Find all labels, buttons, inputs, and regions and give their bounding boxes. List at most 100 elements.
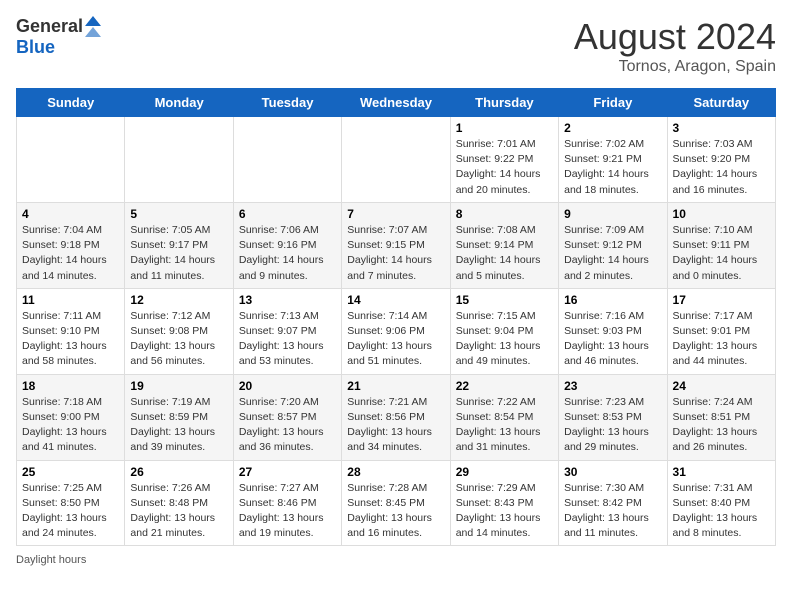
calendar-cell: 28Sunrise: 7:28 AM Sunset: 8:45 PM Dayli… xyxy=(342,460,450,546)
day-number: 22 xyxy=(456,379,553,393)
calendar-cell: 27Sunrise: 7:27 AM Sunset: 8:46 PM Dayli… xyxy=(233,460,341,546)
day-number: 6 xyxy=(239,207,336,221)
calendar-cell: 9Sunrise: 7:09 AM Sunset: 9:12 PM Daylig… xyxy=(559,202,667,288)
day-info: Sunrise: 7:25 AM Sunset: 8:50 PM Dayligh… xyxy=(22,481,119,542)
calendar-cell: 6 Sunrise: 7:06 AM Sunset: 9:16 PM Daylig… xyxy=(233,202,341,288)
day-info: Sunrise: 7:24 AM Sunset: 8:51 PM Dayligh… xyxy=(673,395,770,456)
day-info: Sunrise: 7:20 AM Sunset: 8:57 PM Dayligh… xyxy=(239,395,336,456)
day-info: Sunrise: 7:06 AM Sunset: 9:16 PM Dayligh… xyxy=(239,223,336,284)
calendar-cell xyxy=(233,117,341,203)
calendar-cell: 19Sunrise: 7:19 AM Sunset: 8:59 PM Dayli… xyxy=(125,374,233,460)
calendar-cell: 23 Sunrise: 7:23 AM Sunset: 8:53 PM Dayli… xyxy=(559,374,667,460)
day-info: Sunrise: 7:14 AM Sunset: 9:06 PM Dayligh… xyxy=(347,309,444,370)
day-number: 26 xyxy=(130,465,227,479)
logo-blue-text: Blue xyxy=(16,37,55,58)
day-number: 2 xyxy=(564,121,661,135)
day-info: Sunrise: 7:12 AM Sunset: 9:08 PM Dayligh… xyxy=(130,309,227,370)
calendar-col-header: Sunday xyxy=(17,89,125,117)
calendar-cell: 20Sunrise: 7:20 AM Sunset: 8:57 PM Dayli… xyxy=(233,374,341,460)
day-number: 3 xyxy=(673,121,770,135)
day-number: 15 xyxy=(456,293,553,307)
calendar-col-header: Saturday xyxy=(667,89,775,117)
day-info: Sunrise: 7:05 AM Sunset: 9:17 PM Dayligh… xyxy=(130,223,227,284)
day-info: Sunrise: 7:26 AM Sunset: 8:48 PM Dayligh… xyxy=(130,481,227,542)
day-info: Sunrise: 7:07 AM Sunset: 9:15 PM Dayligh… xyxy=(347,223,444,284)
day-number: 1 xyxy=(456,121,553,135)
footer-note: Daylight hours xyxy=(16,554,776,566)
calendar-cell: 14 Sunrise: 7:14 AM Sunset: 9:06 PM Dayli… xyxy=(342,288,450,374)
calendar-cell: 21 Sunrise: 7:21 AM Sunset: 8:56 PM Dayli… xyxy=(342,374,450,460)
day-info: Sunrise: 7:02 AM Sunset: 9:21 PM Dayligh… xyxy=(564,137,661,198)
day-number: 19 xyxy=(130,379,227,393)
calendar-week-row: 25 Sunrise: 7:25 AM Sunset: 8:50 PM Dayli… xyxy=(17,460,776,546)
calendar-table: SundayMondayTuesdayWednesdayThursdayFrid… xyxy=(16,88,776,546)
day-number: 16 xyxy=(564,293,661,307)
day-number: 25 xyxy=(22,465,119,479)
title-block: August 2024 Tornos, Aragon, Spain xyxy=(574,16,776,76)
calendar-week-row: 11 Sunrise: 7:11 AM Sunset: 9:10 PM Dayli… xyxy=(17,288,776,374)
calendar-cell: 5 Sunrise: 7:05 AM Sunset: 9:17 PM Daylig… xyxy=(125,202,233,288)
calendar-col-header: Monday xyxy=(125,89,233,117)
calendar-cell: 18Sunrise: 7:18 AM Sunset: 9:00 PM Dayli… xyxy=(17,374,125,460)
day-info: Sunrise: 7:23 AM Sunset: 8:53 PM Dayligh… xyxy=(564,395,661,456)
calendar-cell: 12 Sunrise: 7:12 AM Sunset: 9:08 PM Dayli… xyxy=(125,288,233,374)
calendar-week-row: 18Sunrise: 7:18 AM Sunset: 9:00 PM Dayli… xyxy=(17,374,776,460)
day-number: 17 xyxy=(673,293,770,307)
page-title: August 2024 xyxy=(574,16,776,58)
calendar-cell: 26 Sunrise: 7:26 AM Sunset: 8:48 PM Dayli… xyxy=(125,460,233,546)
day-info: Sunrise: 7:27 AM Sunset: 8:46 PM Dayligh… xyxy=(239,481,336,542)
calendar-week-row: 4Sunrise: 7:04 AM Sunset: 9:18 PM Daylig… xyxy=(17,202,776,288)
calendar-col-header: Tuesday xyxy=(233,89,341,117)
calendar-cell: 13 Sunrise: 7:13 AM Sunset: 9:07 PM Dayli… xyxy=(233,288,341,374)
day-info: Sunrise: 7:08 AM Sunset: 9:14 PM Dayligh… xyxy=(456,223,553,284)
day-number: 28 xyxy=(347,465,444,479)
day-number: 29 xyxy=(456,465,553,479)
calendar-cell: 1 Sunrise: 7:01 AM Sunset: 9:22 PM Daylig… xyxy=(450,117,558,203)
day-number: 7 xyxy=(347,207,444,221)
calendar-cell: 25 Sunrise: 7:25 AM Sunset: 8:50 PM Dayli… xyxy=(17,460,125,546)
day-info: Sunrise: 7:13 AM Sunset: 9:07 PM Dayligh… xyxy=(239,309,336,370)
day-number: 24 xyxy=(673,379,770,393)
calendar-cell: 22 Sunrise: 7:22 AM Sunset: 8:54 PM Dayli… xyxy=(450,374,558,460)
day-number: 12 xyxy=(130,293,227,307)
calendar-col-header: Thursday xyxy=(450,89,558,117)
day-info: Sunrise: 7:31 AM Sunset: 8:40 PM Dayligh… xyxy=(673,481,770,542)
day-number: 23 xyxy=(564,379,661,393)
day-info: Sunrise: 7:01 AM Sunset: 9:22 PM Dayligh… xyxy=(456,137,553,198)
logo-general-text: General xyxy=(16,16,83,37)
calendar-cell: 17 Sunrise: 7:17 AM Sunset: 9:01 PM Dayli… xyxy=(667,288,775,374)
day-number: 11 xyxy=(22,293,119,307)
calendar-cell: 10Sunrise: 7:10 AM Sunset: 9:11 PM Dayli… xyxy=(667,202,775,288)
calendar-cell xyxy=(342,117,450,203)
calendar-cell: 31 Sunrise: 7:31 AM Sunset: 8:40 PM Dayli… xyxy=(667,460,775,546)
day-info: Sunrise: 7:21 AM Sunset: 8:56 PM Dayligh… xyxy=(347,395,444,456)
day-info: Sunrise: 7:10 AM Sunset: 9:11 PM Dayligh… xyxy=(673,223,770,284)
calendar-cell: 24 Sunrise: 7:24 AM Sunset: 8:51 PM Dayli… xyxy=(667,374,775,460)
day-info: Sunrise: 7:03 AM Sunset: 9:20 PM Dayligh… xyxy=(673,137,770,198)
calendar-week-row: 1 Sunrise: 7:01 AM Sunset: 9:22 PM Daylig… xyxy=(17,117,776,203)
day-number: 5 xyxy=(130,207,227,221)
calendar-cell: 8 Sunrise: 7:08 AM Sunset: 9:14 PM Daylig… xyxy=(450,202,558,288)
day-info: Sunrise: 7:09 AM Sunset: 9:12 PM Dayligh… xyxy=(564,223,661,284)
day-number: 18 xyxy=(22,379,119,393)
day-number: 13 xyxy=(239,293,336,307)
day-info: Sunrise: 7:29 AM Sunset: 8:43 PM Dayligh… xyxy=(456,481,553,542)
calendar-cell: 7 Sunrise: 7:07 AM Sunset: 9:15 PM Daylig… xyxy=(342,202,450,288)
calendar-cell: 4Sunrise: 7:04 AM Sunset: 9:18 PM Daylig… xyxy=(17,202,125,288)
day-info: Sunrise: 7:11 AM Sunset: 9:10 PM Dayligh… xyxy=(22,309,119,370)
day-info: Sunrise: 7:17 AM Sunset: 9:01 PM Dayligh… xyxy=(673,309,770,370)
calendar-cell xyxy=(17,117,125,203)
logo: General Blue xyxy=(16,16,101,58)
calendar-cell: 29 Sunrise: 7:29 AM Sunset: 8:43 PM Dayli… xyxy=(450,460,558,546)
calendar-cell: 2 Sunrise: 7:02 AM Sunset: 9:21 PM Daylig… xyxy=(559,117,667,203)
calendar-cell: 3 Sunrise: 7:03 AM Sunset: 9:20 PM Daylig… xyxy=(667,117,775,203)
day-number: 21 xyxy=(347,379,444,393)
day-info: Sunrise: 7:15 AM Sunset: 9:04 PM Dayligh… xyxy=(456,309,553,370)
day-info: Sunrise: 7:30 AM Sunset: 8:42 PM Dayligh… xyxy=(564,481,661,542)
calendar-col-header: Wednesday xyxy=(342,89,450,117)
day-number: 8 xyxy=(456,207,553,221)
day-number: 14 xyxy=(347,293,444,307)
calendar-cell: 15 Sunrise: 7:15 AM Sunset: 9:04 PM Dayli… xyxy=(450,288,558,374)
day-info: Sunrise: 7:22 AM Sunset: 8:54 PM Dayligh… xyxy=(456,395,553,456)
day-number: 31 xyxy=(673,465,770,479)
